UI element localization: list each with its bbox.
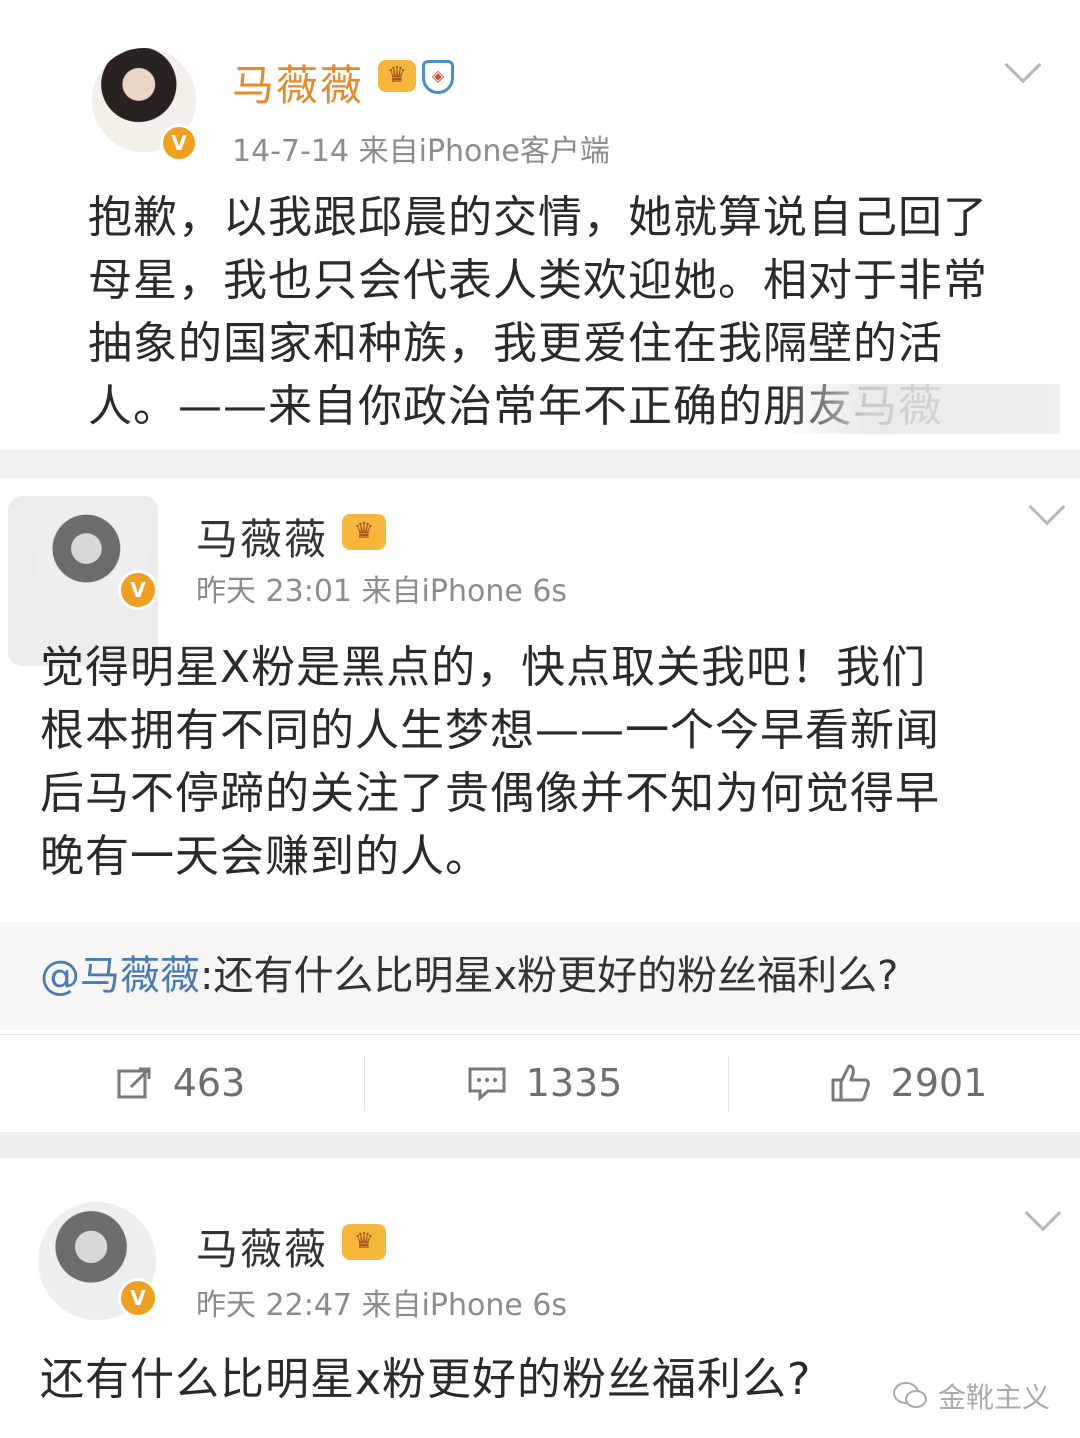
chevron-down-icon[interactable] (1004, 46, 1042, 84)
post-meta: 昨天 23:01 来自iPhone 6s (196, 574, 568, 609)
body-line: 后马不停蹄的关注了贵偶像并不知为何觉得早 (40, 768, 940, 819)
post-body: 还有什么比明星x粉更好的粉丝福利么? (40, 1348, 940, 1411)
post-meta: 14-7-14 来自iPhone客户端 (232, 134, 610, 169)
post-1: V 马薇薇 ♛ ◈ 14-7-14 来自iPhone客户端 抱歉，以我跟邱晨的交… (0, 0, 1080, 450)
wechat-icon (892, 1382, 927, 1408)
post-meta: 昨天 22:47 来自iPhone 6s (196, 1288, 568, 1323)
like-icon (831, 1064, 870, 1101)
repost-icon (117, 1067, 151, 1098)
body-line: 抽象的国家和种族，我更爱住在我隔壁的活 (88, 318, 943, 369)
blur-overlay (780, 384, 1060, 434)
body-line: 母星，我也只会代表人类欢迎她。相对于非常 (88, 255, 988, 306)
comment-button[interactable]: 1335 (364, 1035, 724, 1130)
username[interactable]: 马薇薇 (196, 1216, 328, 1277)
username[interactable]: 马薇薇 (196, 506, 328, 567)
post-2: V 马薇薇 ♛ 昨天 23:01 来自iPhone 6s 觉得明星X粉是黑点的，… (0, 478, 1080, 1138)
chevron-down-icon[interactable] (1028, 488, 1066, 526)
comment-count: 1335 (525, 1060, 623, 1105)
chevron-down-icon[interactable] (1024, 1194, 1062, 1232)
verified-badge-icon: V (118, 570, 158, 610)
verified-badge-icon: V (160, 124, 198, 162)
mention-link[interactable]: @马薇薇 (40, 953, 200, 999)
crown-icon: ♛ (378, 60, 416, 92)
username[interactable]: 马薇薇 (232, 52, 364, 113)
verified-badge-icon: V (118, 1278, 158, 1318)
watermark: 金靴主义 (892, 1376, 1050, 1416)
body-line: 晚有一天会赚到的人。 (40, 831, 490, 882)
comment-icon (468, 1067, 506, 1101)
crown-icon: ♛ (342, 1224, 386, 1260)
repost-box[interactable]: @马薇薇:还有什么比明星x粉更好的粉丝福利么? (0, 922, 1080, 1030)
body-line: 根本拥有不同的人生梦想——一个今早看新闻 (40, 705, 940, 756)
post-3: V 马薇薇 ♛ 昨天 22:47 来自iPhone 6s 还有什么比明星x粉更好… (0, 1158, 1080, 1438)
repost-count: 463 (172, 1060, 246, 1105)
body-line: 觉得明星X粉是黑点的，快点取关我吧！我们 (40, 642, 927, 693)
divider (0, 450, 1080, 478)
crown-icon: ♛ (342, 514, 386, 550)
shield-icon: ◈ (422, 60, 454, 94)
like-button[interactable]: 2901 (728, 1035, 1080, 1130)
repost-content: :还有什么比明星x粉更好的粉丝福利么? (200, 953, 899, 999)
repost-text: @马薇薇:还有什么比明星x粉更好的粉丝福利么? (40, 946, 898, 1006)
body-line: 抱歉，以我跟邱晨的交情，她就算说自己回了 (88, 192, 988, 243)
like-count: 2901 (890, 1060, 988, 1105)
body-line: 还有什么比明星x粉更好的粉丝福利么? (40, 1354, 812, 1405)
divider (0, 1132, 1080, 1158)
watermark-text: 金靴主义 (937, 1381, 1050, 1414)
post-body: 觉得明星X粉是黑点的，快点取关我吧！我们 根本拥有不同的人生梦想——一个今早看新… (40, 636, 1060, 888)
repost-button[interactable]: 463 (0, 1035, 360, 1130)
action-bar: 463 1335 2901 (0, 1034, 1080, 1129)
